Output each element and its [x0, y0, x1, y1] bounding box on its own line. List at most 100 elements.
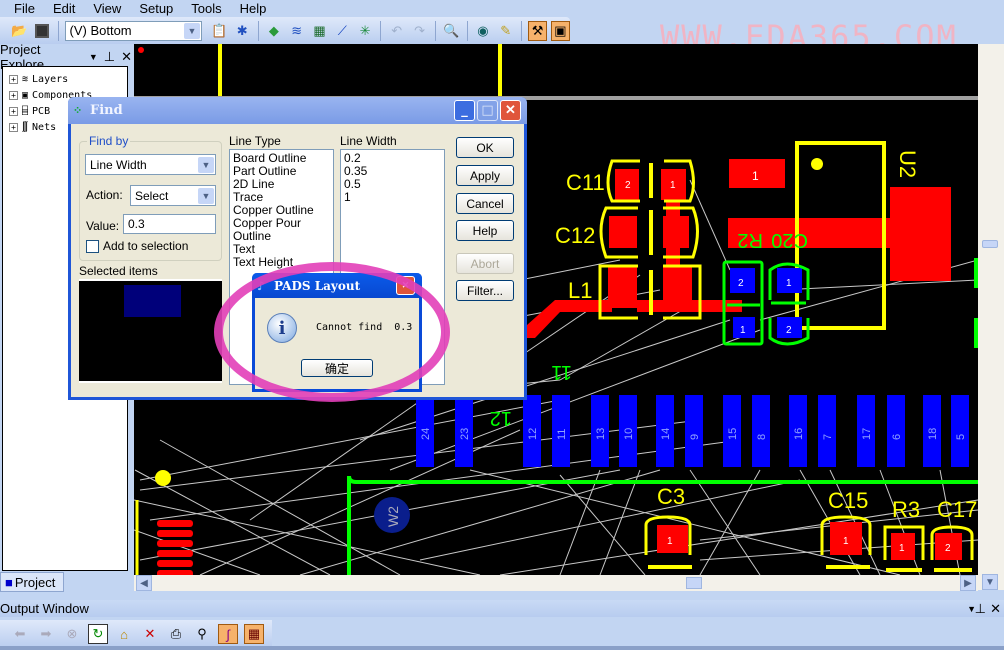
menu-setup[interactable]: Setup — [139, 1, 173, 16]
undo-icon[interactable]: ↶ — [387, 21, 406, 41]
zoom-icon[interactable]: 🔍 — [442, 21, 461, 41]
ok-button[interactable]: OK — [456, 137, 514, 158]
view-icon[interactable]: ◉ — [474, 21, 493, 41]
pad-number: 6 — [891, 434, 903, 440]
vertical-scrollbar[interactable]: ▼ — [978, 44, 1004, 590]
expand-icon[interactable]: + — [9, 90, 18, 100]
tab-project[interactable]: ■ Project — [0, 572, 64, 592]
scroll-thumb[interactable] — [982, 240, 998, 248]
line-type-item[interactable]: Copper Pour Outline — [233, 217, 330, 243]
refresh-icon[interactable]: ↻ — [88, 624, 108, 644]
scroll-right-button[interactable]: ▶ — [960, 575, 976, 591]
pad-number: 2 — [625, 180, 631, 191]
grid-icon[interactable]: ▦ — [244, 624, 264, 644]
action-select[interactable]: Select ▼ — [130, 185, 216, 206]
chevron-down-icon[interactable]: ▼ — [198, 157, 214, 173]
properties-icon[interactable]: 📋 — [210, 21, 229, 41]
design-toolbar-icon[interactable]: ⚒ — [528, 20, 547, 41]
ref-label: 11 — [551, 361, 572, 383]
expand-icon[interactable]: + — [9, 122, 18, 132]
tree-item-layers[interactable]: + ≋ Layers — [3, 71, 127, 87]
chevron-down-icon[interactable]: ▼ — [198, 188, 214, 204]
connector-pad — [951, 395, 969, 467]
print-icon[interactable]: ⎙ — [166, 624, 186, 644]
maximize-button[interactable]: □ — [477, 100, 498, 121]
menu-tools[interactable]: Tools — [191, 1, 221, 16]
close-icon[interactable]: ✕ — [990, 601, 1001, 617]
connector-pad — [752, 395, 770, 467]
pad-number: 24 — [420, 428, 432, 440]
redraw-icon[interactable]: ✱ — [233, 21, 252, 41]
home-icon[interactable]: ⌂ — [114, 624, 134, 644]
back-icon[interactable]: ⬅ — [10, 624, 30, 644]
cam-icon[interactable]: ◆ — [265, 21, 284, 41]
find-by-value: Line Width — [90, 157, 147, 172]
value-input[interactable]: 0.3 — [123, 214, 216, 234]
pin-icon[interactable]: ⊥ — [104, 49, 115, 65]
button-label: Apply — [469, 168, 501, 183]
pad — [890, 187, 951, 281]
menu-view[interactable]: View — [93, 1, 121, 16]
window-icon[interactable]: ▣ — [550, 20, 570, 41]
stop-icon[interactable]: ⊗ — [62, 624, 82, 644]
button-label: Cancel — [466, 196, 504, 211]
close-button[interactable]: ✕ — [396, 276, 415, 295]
expand-icon[interactable]: + — [9, 74, 18, 84]
redo-icon[interactable]: ↷ — [410, 21, 429, 41]
line-width-item[interactable]: 1 — [344, 191, 441, 204]
menu-help[interactable]: Help — [240, 1, 267, 16]
autorouter-icon[interactable]: ✳ — [356, 21, 375, 41]
output-toolbar: ⬅ ➡ ⊗ ↻ ⌂ ✕ ⎙ ⚲ ∫ ▦ — [0, 620, 272, 648]
find-icon[interactable]: ⚲ — [192, 624, 212, 644]
brush-icon[interactable]: ✎ — [496, 21, 515, 41]
confirm-button[interactable]: 确定 — [301, 359, 373, 377]
pad-number: 11 — [556, 429, 568, 440]
expand-icon[interactable]: + — [9, 106, 18, 116]
abort-button[interactable]: Abort — [456, 253, 514, 274]
menu-file[interactable]: File — [14, 1, 35, 16]
message-box-titlebar[interactable]: ♪ PADS Layout ✕ — [252, 273, 422, 298]
pad-number: 8 — [756, 434, 768, 440]
line-type-item[interactable]: Text Height — [233, 256, 330, 269]
svg-text:1: 1 — [786, 278, 792, 289]
minimize-button[interactable]: _ — [454, 100, 475, 121]
chevron-down-icon[interactable]: ▼ — [89, 52, 98, 62]
ref-label: C17 — [937, 497, 977, 522]
route-icon[interactable]: ⟋ — [333, 21, 352, 41]
find-dialog-titlebar[interactable]: ⁘ Find _ □ ✕ — [68, 97, 527, 124]
open-icon[interactable]: 📂 — [10, 21, 29, 41]
message-box: ♪ PADS Layout ✕ i Cannot find 0.3 确定 — [252, 273, 422, 392]
scroll-down-button[interactable]: ▼ — [982, 574, 998, 590]
chevron-down-icon[interactable]: ▼ — [184, 22, 201, 39]
edit-icon[interactable]: ∫ — [218, 624, 238, 644]
pin-icon[interactable]: ⊥ — [975, 601, 986, 617]
layer-select[interactable]: (V) Bottom ▼ — [64, 20, 203, 41]
pad-number: 15 — [727, 428, 739, 440]
dialog-title: Find — [90, 103, 123, 118]
help-button[interactable]: Help — [456, 220, 514, 241]
forward-icon[interactable]: ➡ — [36, 624, 56, 644]
scroll-thumb[interactable] — [686, 577, 702, 589]
apply-button[interactable]: Apply — [456, 165, 514, 186]
menu-edit[interactable]: Edit — [53, 1, 75, 16]
ref-label: L1 — [568, 278, 592, 303]
delete-icon[interactable]: ✕ — [140, 624, 160, 644]
toolbar-separator — [434, 20, 436, 41]
panel-header: Project Explore ▼ ⊥ ✕ — [0, 42, 132, 72]
component-c17: 2 C17 — [930, 497, 977, 572]
horizontal-scrollbar[interactable]: ◀ ▶ — [134, 575, 978, 591]
output-window-title: Output Window — [0, 601, 89, 616]
add-to-selection-checkbox[interactable]: Add to selection — [86, 239, 188, 253]
filter-button[interactable]: Filter... — [456, 280, 514, 301]
cancel-button[interactable]: Cancel — [456, 193, 514, 214]
component-c11: 2 1 C11 — [566, 159, 695, 203]
board-icon[interactable]: ▦ — [310, 21, 329, 41]
scroll-left-button[interactable]: ◀ — [136, 575, 152, 591]
save-icon[interactable] — [33, 21, 52, 41]
close-icon[interactable]: ✕ — [121, 49, 132, 65]
pour-icon[interactable]: ≋ — [287, 21, 306, 41]
project-icon: ■ — [5, 574, 13, 590]
find-by-select[interactable]: Line Width ▼ — [85, 154, 216, 175]
close-button[interactable]: ✕ — [500, 100, 521, 121]
line-width-item[interactable]: 0.5 — [344, 178, 441, 191]
